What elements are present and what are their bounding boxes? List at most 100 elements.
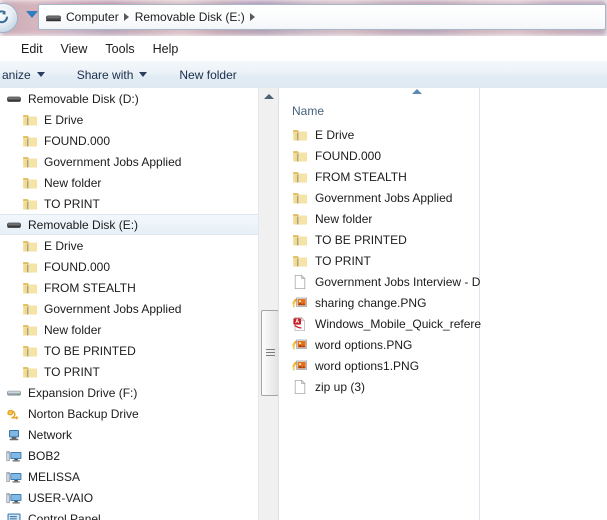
png-image-icon <box>292 337 308 353</box>
sidebar-item[interactable]: Government Jobs Applied <box>0 298 258 319</box>
removable-disk-icon <box>6 91 22 107</box>
navigation-pane[interactable]: Removable Disk (D:) E Drive FOUND.000 Gover… <box>0 88 258 520</box>
history-dropdown-icon[interactable] <box>26 11 38 18</box>
sidebar-item[interactable]: Control Panel <box>0 508 258 520</box>
folder-icon <box>292 253 308 269</box>
sidebar-item-label: Expansion Drive (F:) <box>28 385 138 400</box>
file-list-row[interactable]: New folder <box>279 208 607 229</box>
file-list-row[interactable]: zip up (3) <box>279 376 607 397</box>
folder-icon <box>22 322 38 338</box>
menu-help[interactable]: Help <box>144 39 188 59</box>
share-with-label: Share with <box>76 67 134 82</box>
file-list-row[interactable]: E Drive <box>279 124 607 145</box>
folder-icon <box>22 196 38 212</box>
removable-disk-icon <box>7 96 21 102</box>
pdf-icon: A <box>293 316 306 331</box>
sidebar-item[interactable]: USER-VAIO <box>0 487 258 508</box>
menu-tools[interactable]: Tools <box>96 39 143 59</box>
sidebar-item[interactable]: New folder <box>0 172 258 193</box>
png-image-icon <box>292 295 308 311</box>
hard-disk-icon <box>6 385 22 401</box>
folder-icon <box>22 301 38 317</box>
control-panel-icon <box>7 513 21 520</box>
folder-icon <box>293 213 307 224</box>
file-list-row[interactable]: Government Jobs Interview - Di <box>279 271 607 292</box>
breadcrumb-separator[interactable] <box>120 13 134 21</box>
scroll-thumb[interactable] <box>261 310 279 396</box>
sidebar-item[interactable]: MELISSA <box>0 466 258 487</box>
file-name-label: Government Jobs Interview - Di <box>315 274 481 289</box>
file-list-row[interactable]: TO BE PRINTED <box>279 229 607 250</box>
file-name-label: zip up (3) <box>315 379 366 394</box>
sidebar-item[interactable]: Removable Disk (D:) <box>0 88 258 109</box>
file-name-label: E Drive <box>315 127 355 142</box>
sidebar-item[interactable]: Network <box>0 424 258 445</box>
file-list-row[interactable]: A Windows_Mobile_Quick_referen <box>279 313 607 334</box>
sidebar-item[interactable]: TO PRINT <box>0 361 258 382</box>
file-name-label: FROM STEALTH <box>315 169 407 184</box>
sidebar-item-label: MELISSA <box>28 469 81 484</box>
file-list-row[interactable]: FROM STEALTH <box>279 166 607 187</box>
sidebar-item[interactable]: Expansion Drive (F:) <box>0 382 258 403</box>
navigation-scrollbar[interactable] <box>258 88 279 520</box>
organize-button[interactable]: anize <box>0 63 53 87</box>
breadcrumb-separator-trailing[interactable] <box>246 13 260 21</box>
file-name-label: word options.PNG <box>315 337 413 352</box>
new-folder-button[interactable]: New folder <box>171 63 244 87</box>
explorer-window: Computer Removable Disk (E:) Edit View T… <box>0 0 607 520</box>
sidebar-item[interactable]: BOB2 <box>0 445 258 466</box>
back-arrow-icon <box>0 10 9 24</box>
computer-icon <box>6 469 22 485</box>
menu-view[interactable]: View <box>52 39 97 59</box>
breadcrumb-removable-disk[interactable]: Removable Disk (E:) <box>134 10 246 24</box>
file-list-pane[interactable]: Name E Drive FOUND.000 FROM STEALTH Governm… <box>279 88 607 520</box>
folder-icon <box>23 156 37 167</box>
folder-icon <box>23 135 37 146</box>
sidebar-item-label: FOUND.000 <box>44 133 111 148</box>
sidebar-item[interactable]: E Drive <box>0 109 258 130</box>
chevron-down-icon <box>139 72 148 77</box>
file-list-row[interactable]: word options.PNG <box>279 334 607 355</box>
sidebar-item[interactable]: TO PRINT <box>0 193 258 214</box>
sidebar-item-label: E Drive <box>44 238 84 253</box>
sidebar-item[interactable]: TO BE PRINTED <box>0 340 258 361</box>
file-list-row[interactable]: FOUND.000 <box>279 145 607 166</box>
sidebar-item-label: USER-VAIO <box>28 490 94 505</box>
pdf-icon: A <box>292 316 308 332</box>
file-name-label: Government Jobs Applied <box>315 190 453 205</box>
file-list-row[interactable]: word options1.PNG <box>279 355 607 376</box>
address-field[interactable]: Computer Removable Disk (E:) <box>38 4 606 30</box>
sidebar-item-label: TO PRINT <box>44 364 100 379</box>
sidebar-item[interactable]: E Drive <box>0 235 258 256</box>
png-image-icon <box>292 358 308 374</box>
file-list-row[interactable]: Government Jobs Applied <box>279 187 607 208</box>
sidebar-item[interactable]: Government Jobs Applied <box>0 151 258 172</box>
breadcrumb-computer[interactable]: Computer <box>65 10 120 24</box>
sidebar-item[interactable]: Norton Backup Drive <box>0 403 258 424</box>
file-name-label: FOUND.000 <box>315 148 382 163</box>
sidebar-item[interactable]: Removable Disk (E:) <box>0 214 258 235</box>
file-list-row[interactable]: TO PRINT <box>279 250 607 271</box>
sidebar-item[interactable]: FOUND.000 <box>0 130 258 151</box>
sidebar-item[interactable]: FROM STEALTH <box>0 277 258 298</box>
folder-icon <box>292 211 308 227</box>
sidebar-item[interactable]: New folder <box>0 319 258 340</box>
sidebar-item[interactable]: FOUND.000 <box>0 256 258 277</box>
column-header-name[interactable]: Name <box>279 88 607 124</box>
folder-icon <box>292 127 308 143</box>
norton-backup-icon <box>7 409 19 420</box>
folder-icon <box>23 366 37 377</box>
back-button[interactable] <box>0 3 18 33</box>
share-with-button[interactable]: Share with <box>69 63 156 87</box>
menu-edit[interactable]: Edit <box>12 39 52 59</box>
folder-icon <box>22 259 38 275</box>
document-icon <box>292 274 308 290</box>
computer-icon <box>6 448 22 464</box>
file-list-row[interactable]: sharing change.PNG <box>279 292 607 313</box>
scroll-up-icon[interactable] <box>259 88 279 105</box>
folder-icon <box>22 238 38 254</box>
folder-icon <box>22 133 38 149</box>
folder-icon <box>292 148 308 164</box>
folder-icon <box>22 364 38 380</box>
sidebar-item-label: Removable Disk (D:) <box>28 91 139 106</box>
